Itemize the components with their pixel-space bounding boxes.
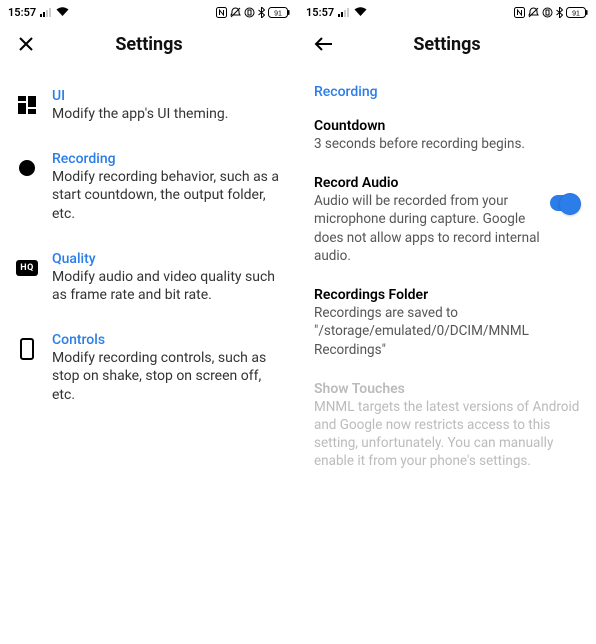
- page-title: Settings: [298, 34, 596, 55]
- setting-recordings-folder[interactable]: Recordings Folder Recordings are saved t…: [314, 279, 580, 373]
- hq-icon: HQ: [16, 257, 38, 279]
- back-button[interactable]: [314, 34, 334, 54]
- mute-icon: [230, 7, 241, 18]
- bluetooth-icon: [556, 7, 563, 18]
- page-title: Settings: [0, 34, 298, 55]
- settings-main-pane: 15:57 91 Settings UI: [0, 0, 298, 644]
- item-title: UI: [52, 88, 282, 104]
- settings-item-recording[interactable]: Recording Modify recording behavior, suc…: [16, 139, 282, 239]
- settings-item-controls[interactable]: Controls Modify recording controls, such…: [16, 320, 282, 420]
- wifi-icon: [354, 7, 367, 17]
- wifi-icon: [56, 7, 69, 17]
- svg-text:91: 91: [572, 10, 580, 17]
- item-desc: Modify recording behavior, such as a sta…: [52, 168, 282, 223]
- setting-title: Show Touches: [314, 381, 580, 397]
- bluetooth-icon: [258, 7, 265, 18]
- item-title: Quality: [52, 251, 282, 267]
- nfc-icon: [514, 7, 525, 18]
- item-desc: Modify audio and video quality such as f…: [52, 268, 282, 304]
- setting-countdown[interactable]: Countdown 3 seconds before recording beg…: [314, 110, 580, 167]
- status-time: 15:57: [8, 6, 36, 19]
- status-bar: 15:57 91: [298, 0, 596, 22]
- section-header: Recording: [314, 76, 580, 110]
- header: Settings: [298, 22, 596, 66]
- dashboard-icon: [16, 94, 38, 116]
- item-desc: Modify recording controls, such as stop …: [52, 349, 282, 404]
- settings-item-ui[interactable]: UI Modify the app's UI theming.: [16, 76, 282, 139]
- nfc-icon: [216, 7, 227, 18]
- setting-desc: 3 seconds before recording begins.: [314, 135, 580, 153]
- record-icon: [16, 157, 38, 179]
- setting-title: Record Audio: [314, 175, 542, 191]
- setting-desc: MNML targets the latest versions of Andr…: [314, 398, 580, 471]
- vibrate-icon: [244, 7, 255, 18]
- item-title: Recording: [52, 151, 282, 167]
- mute-icon: [528, 7, 539, 18]
- status-bar: 15:57 91: [0, 0, 298, 22]
- signal-icon: [40, 8, 52, 17]
- battery-icon: 91: [566, 7, 588, 18]
- signal-icon: [338, 8, 350, 17]
- battery-icon: 91: [268, 7, 290, 18]
- phone-icon: [16, 338, 38, 360]
- settings-recording-pane: 15:57 91 Settings Recording Countdown: [298, 0, 596, 644]
- close-button[interactable]: [16, 34, 36, 54]
- status-time: 15:57: [306, 6, 334, 19]
- setting-title: Countdown: [314, 118, 580, 134]
- setting-desc: Recordings are saved to "/storage/emulat…: [314, 304, 580, 359]
- setting-show-touches: Show Touches MNML targets the latest ver…: [314, 373, 580, 485]
- vibrate-icon: [542, 7, 553, 18]
- setting-record-audio[interactable]: Record Audio Audio will be recorded from…: [314, 167, 580, 279]
- header: Settings: [0, 22, 298, 66]
- record-audio-toggle[interactable]: [550, 195, 580, 211]
- setting-title: Recordings Folder: [314, 287, 580, 303]
- item-title: Controls: [52, 332, 282, 348]
- svg-text:91: 91: [274, 10, 282, 17]
- item-desc: Modify the app's UI theming.: [52, 105, 282, 123]
- settings-item-quality[interactable]: HQ Quality Modify audio and video qualit…: [16, 239, 282, 320]
- setting-desc: Audio will be recorded from your microph…: [314, 192, 542, 265]
